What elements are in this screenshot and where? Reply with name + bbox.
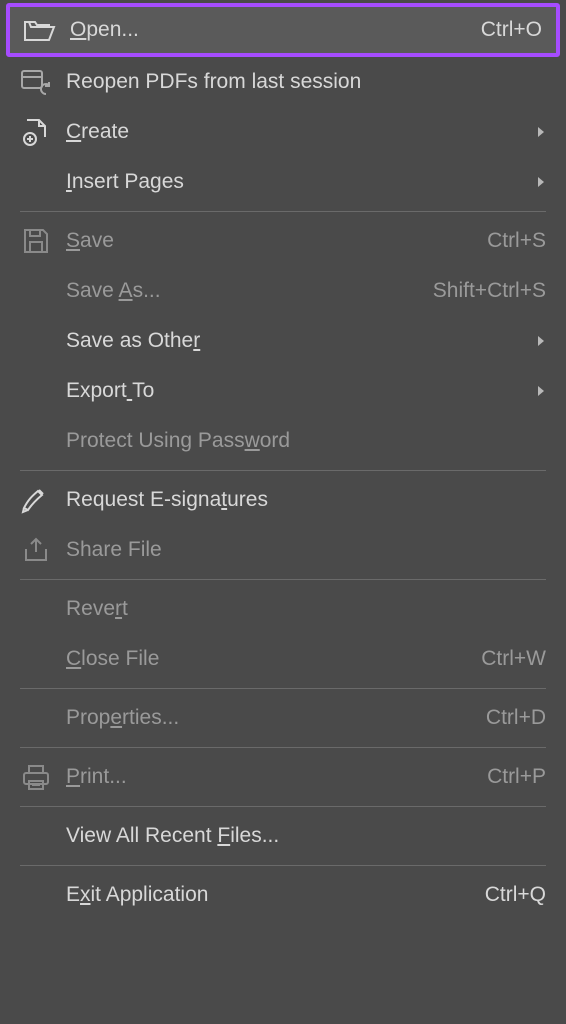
submenu-arrow-icon [532,175,546,189]
menu-item-insert-pages[interactable]: Insert Pages [6,157,560,207]
menu-saveas-label: Save As... [66,279,421,303]
menu-separator [20,579,546,580]
menu-properties-label: Properties... [66,706,474,730]
menu-save-label: Save [66,229,475,253]
no-icon [14,877,58,913]
menu-item-share-file[interactable]: Share File [6,525,560,575]
menu-export-label: Export To [66,379,532,403]
no-icon [14,423,58,459]
signature-pen-icon [14,482,58,518]
menu-item-reopen[interactable]: Reopen PDFs from last session [6,57,560,107]
no-icon [14,164,58,200]
menu-share-label: Share File [66,538,546,562]
menu-save-shortcut: Ctrl+S [487,229,546,253]
no-icon [14,700,58,736]
menu-item-create[interactable]: Create [6,107,560,157]
submenu-arrow-icon [532,334,546,348]
create-file-icon [14,114,58,150]
menu-close-shortcut: Ctrl+W [481,647,546,671]
menu-separator [20,747,546,748]
menu-open-label: Open... [70,18,469,42]
menu-separator [20,688,546,689]
menu-create-label: Create [66,120,532,144]
menu-close-label: Close File [66,647,469,671]
menu-item-save-as-other[interactable]: Save as Other [6,316,560,366]
menu-item-save[interactable]: Save Ctrl+S [6,216,560,266]
no-icon [14,273,58,309]
menu-item-protect[interactable]: Protect Using Password [6,416,560,466]
menu-exit-label: Exit Application [66,883,473,907]
menu-item-view-recent[interactable]: View All Recent Files... [6,811,560,861]
reopen-pdf-icon [14,64,58,100]
menu-item-export-to[interactable]: Export To [6,366,560,416]
menu-separator [20,211,546,212]
menu-separator [20,470,546,471]
menu-item-exit[interactable]: Exit Application Ctrl+Q [6,870,560,920]
menu-recent-label: View All Recent Files... [66,824,546,848]
print-icon [14,759,58,795]
share-upload-icon [14,532,58,568]
menu-open-shortcut: Ctrl+O [481,18,542,42]
menu-item-close-file[interactable]: Close File Ctrl+W [6,634,560,684]
menu-item-properties[interactable]: Properties... Ctrl+D [6,693,560,743]
menu-protect-label: Protect Using Password [66,429,546,453]
menu-revert-label: Revert [66,597,546,621]
no-icon [14,323,58,359]
no-icon [14,641,58,677]
save-disk-icon [14,223,58,259]
submenu-arrow-icon [532,125,546,139]
menu-item-save-as[interactable]: Save As... Shift+Ctrl+S [6,266,560,316]
menu-properties-shortcut: Ctrl+D [486,706,546,730]
menu-print-label: Print... [66,765,475,789]
menu-item-revert[interactable]: Revert [6,584,560,634]
menu-esign-label: Request E-signatures [66,488,546,512]
menu-exit-shortcut: Ctrl+Q [485,883,546,907]
no-icon [14,591,58,627]
menu-insert-label: Insert Pages [66,170,532,194]
menu-separator [20,865,546,866]
folder-open-icon [18,12,62,48]
no-icon [14,818,58,854]
menu-item-open[interactable]: Open... Ctrl+O [6,3,560,57]
menu-saveas-shortcut: Shift+Ctrl+S [433,279,546,303]
menu-saveother-label: Save as Other [66,329,532,353]
file-menu: Open... Ctrl+O Reopen PDFs from last ses… [0,0,566,1024]
no-icon [14,373,58,409]
menu-item-request-esign[interactable]: Request E-signatures [6,475,560,525]
menu-print-shortcut: Ctrl+P [487,765,546,789]
submenu-arrow-icon [532,384,546,398]
menu-separator [20,806,546,807]
menu-item-print[interactable]: Print... Ctrl+P [6,752,560,802]
menu-reopen-label: Reopen PDFs from last session [66,70,546,94]
